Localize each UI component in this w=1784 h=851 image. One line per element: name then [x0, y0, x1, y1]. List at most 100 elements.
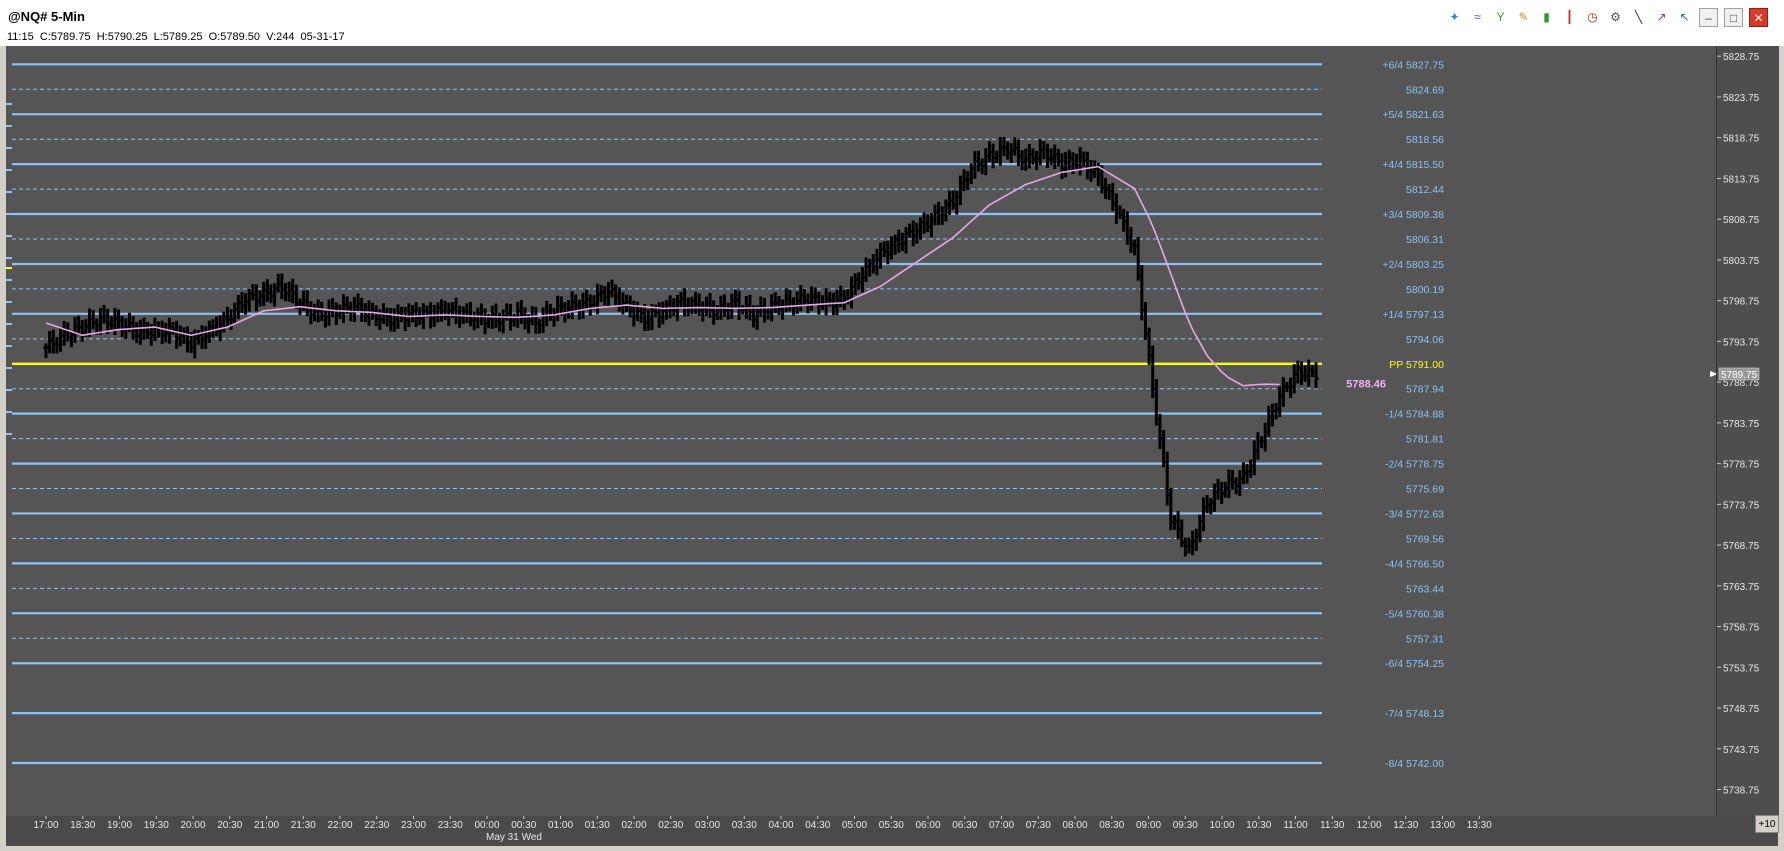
toolbar: ✦ ≈ Y ✎ ▮ ┃ ◷ ⚙ ╲ ↗ ↖ – □ ✕: [1446, 8, 1768, 27]
level-label: +2/4 5803.25: [1382, 259, 1444, 271]
settings-icon[interactable]: ⚙: [1607, 8, 1624, 25]
price-tick-label: 5768.75: [1723, 541, 1760, 552]
time-tick-label: 08:00: [1062, 820, 1087, 831]
time-tick-label: 12:00: [1356, 820, 1381, 831]
level-label: +4/4 5815.50: [1382, 159, 1444, 171]
time-tick-label: 01:30: [585, 820, 610, 831]
time-tick-label: 12:30: [1393, 820, 1418, 831]
price-tick-label: 5753.75: [1723, 663, 1760, 674]
chart-title: @NQ# 5-Min: [8, 9, 85, 24]
price-tick-label: 5828.75: [1723, 52, 1760, 63]
level-label: 5818.56: [1406, 134, 1444, 146]
level-label: +3/4 5809.38: [1382, 209, 1444, 221]
level-label: -4/4 5766.50: [1385, 558, 1444, 570]
level-label: 5812.44: [1406, 184, 1444, 196]
level-label: 5763.44: [1406, 583, 1444, 595]
candlestick-icon[interactable]: ┃: [1561, 8, 1578, 25]
price-axis-svg: 5828.75 5823.75 5818.75 5813.75 5808.75 5803.…: [1717, 52, 1760, 797]
price-tick-label: 5763.75: [1723, 582, 1760, 593]
time-tick-label: 17:00: [33, 820, 58, 831]
time-tick-label: 01:00: [548, 820, 573, 831]
date-label: May 31 Wed: [486, 832, 542, 843]
time-axis-svg: 17:00 18:30 19:00 19:30 20:00 20:30 21:00 21:30…: [33, 816, 1492, 843]
line-tool-icon[interactable]: ╲: [1630, 8, 1647, 25]
price-tick-label: 5798.75: [1723, 297, 1760, 308]
clock-icon[interactable]: ◷: [1584, 8, 1601, 25]
price-tick-label: 5738.75: [1723, 786, 1760, 797]
time-tick-label: 06:00: [915, 820, 940, 831]
time-tick-label: 05:30: [879, 820, 904, 831]
price-tick-label: 5743.75: [1723, 745, 1760, 756]
level-label: -6/4 5754.25: [1385, 658, 1444, 670]
pencil-icon[interactable]: ✎: [1515, 8, 1532, 25]
time-tick-label: 05:00: [842, 820, 867, 831]
level-label: -7/4 5748.13: [1385, 708, 1444, 720]
chart-svg: +6/4 5827.75 5824.69 +5/4 5821.63 5818.56 +4…: [6, 59, 1718, 770]
time-tick-label: 22:30: [364, 820, 389, 831]
level-label: -1/4 5784.88: [1385, 409, 1444, 421]
time-tick-label: 13:00: [1430, 820, 1455, 831]
time-tick-label: 04:00: [768, 820, 793, 831]
time-tick-label: 09:00: [1136, 820, 1161, 831]
time-tick-label: 11:00: [1283, 820, 1308, 831]
price-tick-label: 5783.75: [1723, 419, 1760, 430]
chart-window: @NQ# 5-Min ✦ ≈ Y ✎ ▮ ┃ ◷ ⚙ ╲ ↗ ↖ – □ ✕ 11:15 C:5789.7…: [0, 0, 1784, 849]
price-tick-label: 5813.75: [1723, 174, 1760, 185]
price-tick-label: 5758.75: [1723, 623, 1760, 634]
time-tick-label: 02:30: [658, 820, 683, 831]
cursor-tool-icon[interactable]: ↖: [1676, 8, 1693, 25]
indicator-icon[interactable]: Y: [1492, 8, 1509, 25]
level-label: 5781.81: [1406, 434, 1444, 446]
price-tick-label: 5793.75: [1723, 337, 1760, 348]
price-tick-label: 5778.75: [1723, 460, 1760, 471]
moving-average-line: [45, 165, 1280, 387]
price-chart-area[interactable]: +6/4 5827.75 5824.69 +5/4 5821.63 5818.56 +4…: [6, 46, 1718, 816]
time-axis[interactable]: 17:00 18:30 19:00 19:30 20:00 20:30 21:00 21:30…: [6, 816, 1778, 846]
level-label: 5757.31: [1406, 633, 1444, 645]
time-tick-label: 06:30: [952, 820, 977, 831]
time-tick-label: 20:30: [217, 820, 242, 831]
level-label: 5824.69: [1406, 84, 1444, 96]
time-tick-label: 10:30: [1246, 820, 1271, 831]
bar-chart-icon[interactable]: ▮: [1538, 8, 1555, 25]
time-tick-label: 03:00: [695, 820, 720, 831]
level-label: -2/4 5778.75: [1385, 459, 1444, 471]
level-label: 5806.31: [1406, 234, 1444, 246]
trend-tool-icon[interactable]: ↗: [1653, 8, 1670, 25]
time-tick-label: 08:30: [1099, 820, 1124, 831]
level-label: -3/4 5772.63: [1385, 508, 1444, 520]
level-label: PP 5791.00: [1389, 359, 1444, 371]
time-tick-label: 20:00: [180, 820, 205, 831]
minimize-icon[interactable]: –: [1699, 8, 1718, 27]
level-label: -5/4 5760.38: [1385, 608, 1444, 620]
time-tick-label: 07:30: [1026, 820, 1051, 831]
price-tick-label: 5803.75: [1723, 256, 1760, 267]
time-tick-label: 02:00: [621, 820, 646, 831]
ohlc-readout: 11:15 C:5789.75 H:5790.25 L:5789.25 O:57…: [7, 31, 345, 43]
time-tick-label: 10:00: [1209, 820, 1234, 831]
price-tick-label: 5748.75: [1723, 704, 1760, 715]
maximize-icon[interactable]: □: [1724, 8, 1743, 27]
price-tick-label: 5818.75: [1723, 134, 1760, 145]
price-axis[interactable]: 5828.75 5823.75 5818.75 5813.75 5808.75 5803.…: [1716, 46, 1779, 816]
time-tick-label: 13:30: [1467, 820, 1492, 831]
close-icon[interactable]: ✕: [1749, 8, 1768, 27]
time-tick-label: 22:00: [327, 820, 352, 831]
drawing-tools-icon[interactable]: ✦: [1446, 8, 1463, 25]
level-label: +6/4 5827.75: [1382, 59, 1444, 71]
level-label: 5769.56: [1406, 533, 1444, 545]
time-tick-label: 19:30: [144, 820, 169, 831]
ma-value-label: 5788.46: [1346, 378, 1386, 390]
bar-spacing-button[interactable]: +10: [1755, 815, 1779, 833]
level-label: 5775.69: [1406, 484, 1444, 496]
bar-info-line: 11:15 C:5789.75 H:5790.25 L:5789.25 O:57…: [0, 30, 1784, 46]
waves-icon[interactable]: ≈: [1469, 8, 1486, 25]
time-tick-label: 11:30: [1320, 820, 1345, 831]
time-tick-label: 21:30: [291, 820, 316, 831]
title-bar: @NQ# 5-Min ✦ ≈ Y ✎ ▮ ┃ ◷ ⚙ ╲ ↗ ↖ – □ ✕: [0, 0, 1784, 31]
time-tick-label: 21:00: [254, 820, 279, 831]
time-tick-label: 03:30: [732, 820, 757, 831]
price-tick-label: 5808.75: [1723, 215, 1760, 226]
time-tick-label: 18:30: [70, 820, 95, 831]
time-tick-label: 23:30: [438, 820, 463, 831]
